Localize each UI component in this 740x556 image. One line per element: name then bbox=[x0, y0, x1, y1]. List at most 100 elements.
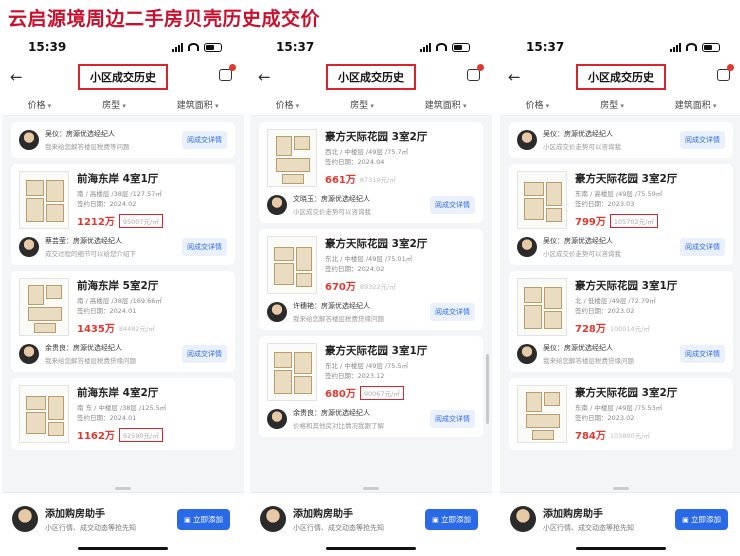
transaction-detail-button[interactable]: 阅成交详情 bbox=[680, 345, 725, 363]
helper-title: 添加购房助手 bbox=[543, 509, 603, 520]
listing-card[interactable]: 豪方天际花园 3室2厅 东北 / 中楼层 /49层 /75.01㎡ 签约日期：202… bbox=[259, 229, 483, 330]
avatar bbox=[267, 302, 287, 322]
back-arrow-icon[interactable]: ← bbox=[10, 68, 23, 86]
price-row: 799万 105702元/㎡ bbox=[575, 213, 725, 228]
filter-price[interactable]: 价格 bbox=[27, 98, 51, 111]
sign-date: 签约日期：2023.02 bbox=[575, 414, 635, 422]
nav-bar: ← 小区成交历史 bbox=[250, 60, 492, 94]
unit-price: 100014元/㎡ bbox=[609, 324, 650, 333]
nav-bar: ← 小区成交历史 bbox=[2, 60, 244, 94]
agent-desc: 小区成交价走势可以咨询我 bbox=[543, 250, 621, 258]
agent-name: 蔡芸莹：房源优选经纪人 bbox=[45, 237, 122, 245]
filter-layout[interactable]: 房型 bbox=[350, 98, 374, 111]
message-icon[interactable] bbox=[219, 64, 236, 81]
filter-bar: 价格 房型 建筑面积 bbox=[500, 94, 740, 116]
floorplan-thumbnail bbox=[517, 278, 567, 336]
listing-card[interactable]: 豪方天际花园 3室1厅北 / 低楼层 /49层 /72.79㎡ 签约日期：2023… bbox=[509, 271, 733, 372]
helper-text: 添加购房助手 小区行情、成交动态等抢先知 bbox=[45, 505, 136, 533]
transaction-detail-button[interactable]: 阅成交详情 bbox=[182, 131, 227, 149]
filter-area[interactable]: 建筑面积 bbox=[425, 98, 467, 111]
total-price: 799万 bbox=[575, 217, 606, 228]
status-time: 15:39 bbox=[28, 40, 67, 54]
drag-handle[interactable] bbox=[363, 487, 379, 490]
listing-card[interactable]: 前海东岸 4室2厅南 东 / 中楼层 /38层 /125.5㎡ 签约日期：2024… bbox=[11, 378, 235, 450]
agent-text: 吴仪：房源优选经纪人 我来给您解答楼层税费等问题 bbox=[45, 129, 176, 151]
listing-name: 前海东岸 5室2厅 bbox=[77, 280, 159, 292]
filter-area[interactable]: 建筑面积 bbox=[177, 98, 219, 111]
avatar bbox=[517, 130, 537, 150]
phone-screen: 15:37 ← 小区成交历史价格 房型 建筑面积吴仪：房源优选经纪人小区成交价走势可以咨… bbox=[500, 34, 740, 556]
total-price: 728万 bbox=[575, 324, 606, 335]
system-icons bbox=[172, 42, 222, 52]
filter-area[interactable]: 建筑面积 bbox=[675, 98, 717, 111]
agent-row: 蔡芸莹：房源优选经纪人 成交过程的细节可以给您介绍下 阅成交详情 bbox=[19, 236, 227, 258]
drag-handle[interactable] bbox=[613, 487, 629, 490]
listing-row: 豪方天际花园 3室2厅 东北 / 中楼层 /49层 /75.01㎡ 签约日期：202… bbox=[267, 236, 475, 294]
sign-date: 签约日期：2024.02 bbox=[77, 200, 137, 208]
filter-price[interactable]: 价格 bbox=[275, 98, 299, 111]
total-price: 680万 bbox=[325, 389, 356, 400]
agent-row: 余贵良：房源优选经纪人 我来给您解答楼层税费贷缘问题 阅成交详情 bbox=[19, 343, 227, 365]
unit-price: 95007元/㎡ bbox=[118, 213, 163, 228]
listing-name: 豪方天际花园 3室1厅 bbox=[575, 280, 678, 292]
message-icon[interactable] bbox=[717, 64, 734, 81]
listing-card[interactable]: 前海东岸 4室1厅南 / 高楼层 /38层 /127.57㎡ 签约日期：2024.… bbox=[11, 164, 235, 265]
add-now-button[interactable]: 立即添加 bbox=[675, 509, 728, 530]
listing-card[interactable]: 豪方天际花园 3室1厅 东北 / 中楼层 /49层 /75.5㎡ 签约日期：2023… bbox=[259, 336, 483, 437]
agent-text: 吴仪：房源优选经纪人 小区成交价走势可以咨询我 bbox=[543, 129, 674, 151]
listing-row: 豪方天际花园 3室1厅 东北 / 中楼层 /49层 /75.5㎡ 签约日期：2023… bbox=[267, 343, 475, 401]
transaction-detail-button[interactable]: 阅成交详情 bbox=[430, 410, 475, 428]
total-price: 1162万 bbox=[77, 431, 115, 442]
filter-layout[interactable]: 房型 bbox=[102, 98, 126, 111]
add-now-button[interactable]: 立即添加 bbox=[177, 509, 230, 530]
listing-spec: 东南 / 中楼层 /49层 /75.53㎡ bbox=[575, 404, 663, 412]
agent-name: 文晓玉：房源优选经纪人 bbox=[293, 195, 370, 203]
add-now-button[interactable]: 立即添加 bbox=[425, 509, 478, 530]
listing-info: 前海东岸 4室1厅南 / 高楼层 /38层 /127.57㎡ 签约日期：2024.… bbox=[77, 171, 227, 229]
transaction-detail-button[interactable]: 阅成交详情 bbox=[680, 131, 725, 149]
listing-info: 豪方天际花园 3室2厅 东北 / 中楼层 /49层 /75.01㎡ 签约日期：202… bbox=[325, 236, 475, 294]
floorplan-thumbnail bbox=[517, 171, 567, 229]
listing-row: 前海东岸 5室2厅南 / 高楼层 /38层 /169.66㎡ 签约日期：2024.… bbox=[19, 278, 227, 336]
agent-desc: 小区成交价走势可以咨询我 bbox=[543, 143, 621, 151]
page-title: 小区成交历史 bbox=[576, 64, 666, 90]
battery-icon bbox=[452, 42, 470, 52]
wifi-icon bbox=[686, 43, 697, 51]
floorplan-thumbnail bbox=[267, 343, 317, 401]
transaction-detail-button[interactable]: 阅成交详情 bbox=[182, 238, 227, 256]
nav-bar: ← 小区成交历史 bbox=[500, 60, 740, 94]
listing-info: 豪方天际花园 3室2厅 西北 / 中楼层 /49层 /75.7㎡ 签约日期：2024… bbox=[325, 129, 475, 187]
signal-icon bbox=[172, 42, 183, 52]
listing-card[interactable]: 豪方天际花园 3室2厅 西北 / 中楼层 /49层 /75.7㎡ 签约日期：2024… bbox=[259, 122, 483, 223]
helper-title: 添加购房助手 bbox=[45, 509, 105, 520]
agent-row: 吴仪：房源优选经纪人 我来给您解答楼层税费等问题 阅成交详情 bbox=[19, 129, 227, 151]
scrollbar[interactable] bbox=[486, 354, 489, 424]
listing-card[interactable]: 豪方天际花园 3室2厅 东南 / 高楼层 /49层 /75.59㎡ 签约日期：202… bbox=[509, 164, 733, 265]
filter-price[interactable]: 价格 bbox=[525, 98, 549, 111]
listing-name: 豪方天际花园 3室1厅 bbox=[325, 345, 428, 357]
transaction-detail-button[interactable]: 阅成交详情 bbox=[430, 196, 475, 214]
floorplan-thumbnail bbox=[267, 236, 317, 294]
listing-spec: 东北 / 中楼层 /49层 /75.01㎡ bbox=[325, 255, 413, 263]
agent-row: 许穗艳：房源优选经纪人 我来给您解答楼层税费贷缘问题 阅成交详情 bbox=[267, 301, 475, 323]
back-arrow-icon[interactable]: ← bbox=[258, 68, 271, 86]
total-price: 670万 bbox=[325, 282, 356, 293]
agent-row: 吴仪：房源优选经纪人 我来给您解答楼层税费贷缘问题 阅成交详情 bbox=[517, 343, 725, 365]
agent-text: 许穗艳：房源优选经纪人 我来给您解答楼层税费贷缘问题 bbox=[293, 301, 424, 323]
back-arrow-icon[interactable]: ← bbox=[508, 68, 521, 86]
transaction-detail-button[interactable]: 阅成交详情 bbox=[430, 303, 475, 321]
listing-card[interactable]: 豪方天际花园 3室2厅 东南 / 中楼层 /49层 /75.53㎡ 签约日期：202… bbox=[509, 378, 733, 450]
unit-price: 105702元/㎡ bbox=[609, 213, 658, 228]
message-icon[interactable] bbox=[467, 64, 484, 81]
transaction-detail-button[interactable]: 阅成交详情 bbox=[680, 238, 725, 256]
listing-card[interactable]: 前海东岸 5室2厅南 / 高楼层 /38层 /169.66㎡ 签约日期：2024.… bbox=[11, 271, 235, 372]
listing-info: 豪方天际花园 3室1厅北 / 低楼层 /49层 /72.79㎡ 签约日期：2023… bbox=[575, 278, 725, 336]
listing-row: 豪方天际花园 3室2厅 东南 / 中楼层 /49层 /75.53㎡ 签约日期：202… bbox=[517, 385, 725, 443]
avatar bbox=[19, 130, 39, 150]
listing-row: 前海东岸 4室1厅南 / 高楼层 /38层 /127.57㎡ 签约日期：2024.… bbox=[19, 171, 227, 229]
transaction-detail-button[interactable]: 阅成交详情 bbox=[182, 345, 227, 363]
unit-price: 92590元/㎡ bbox=[118, 427, 163, 442]
filter-layout[interactable]: 房型 bbox=[600, 98, 624, 111]
agent-card: 吴仪：房源优选经纪人 我来给您解答楼层税费等问题 阅成交详情 bbox=[11, 122, 235, 158]
drag-handle[interactable] bbox=[115, 487, 131, 490]
